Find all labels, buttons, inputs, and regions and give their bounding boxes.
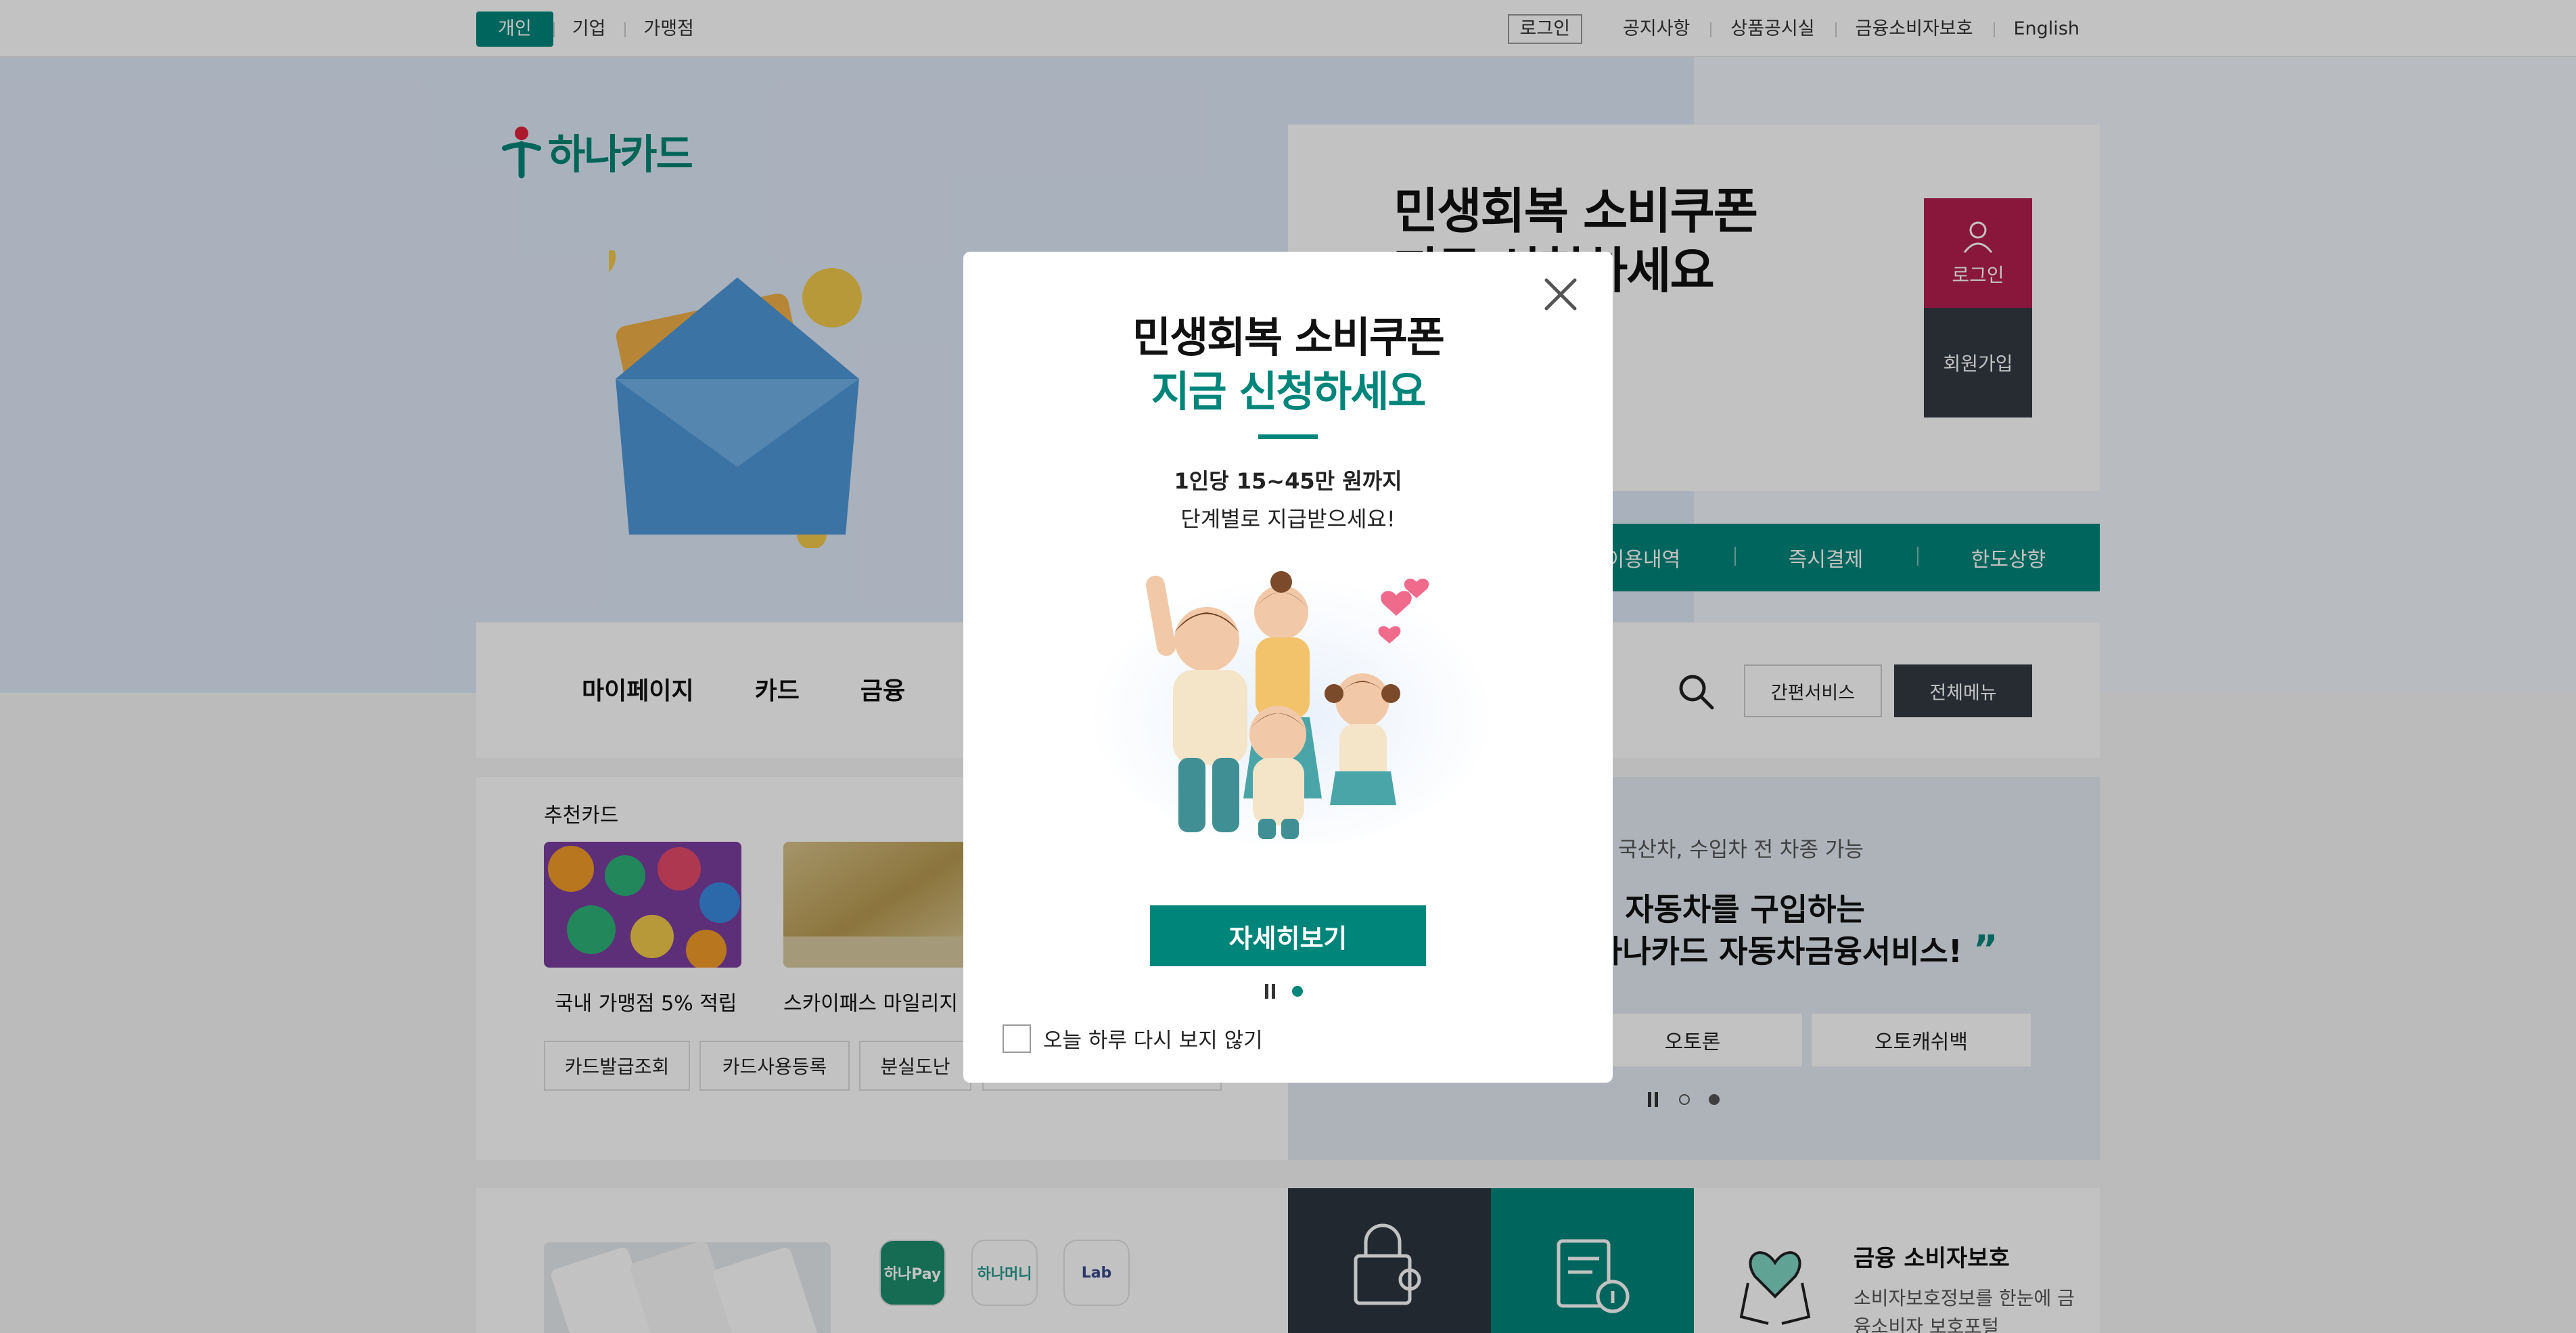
- modal-title-line1: 민생회복 소비쿠폰: [1132, 313, 1445, 362]
- modal-pager: [1265, 984, 1303, 999]
- modal-title-line2: 지금 신청하세요: [1151, 367, 1427, 416]
- family-illustration: [1088, 562, 1494, 846]
- dont-show-checkbox[interactable]: [1003, 1024, 1031, 1053]
- pause-icon[interactable]: [1265, 984, 1277, 999]
- modal-divider: [1258, 434, 1318, 439]
- pager-dot-active[interactable]: [1292, 986, 1303, 997]
- modal-step-text: 단계별로 지급받으세요!: [1180, 506, 1396, 532]
- view-details-button[interactable]: 자세히보기: [1150, 905, 1426, 966]
- dont-show-label: 오늘 하루 다시 보지 않기: [1043, 1029, 1263, 1053]
- dont-show-today[interactable]: 오늘 하루 다시 보지 않기: [1003, 1023, 1263, 1054]
- modal-amount-text: 1인당 15~45만 원까지: [1174, 468, 1402, 494]
